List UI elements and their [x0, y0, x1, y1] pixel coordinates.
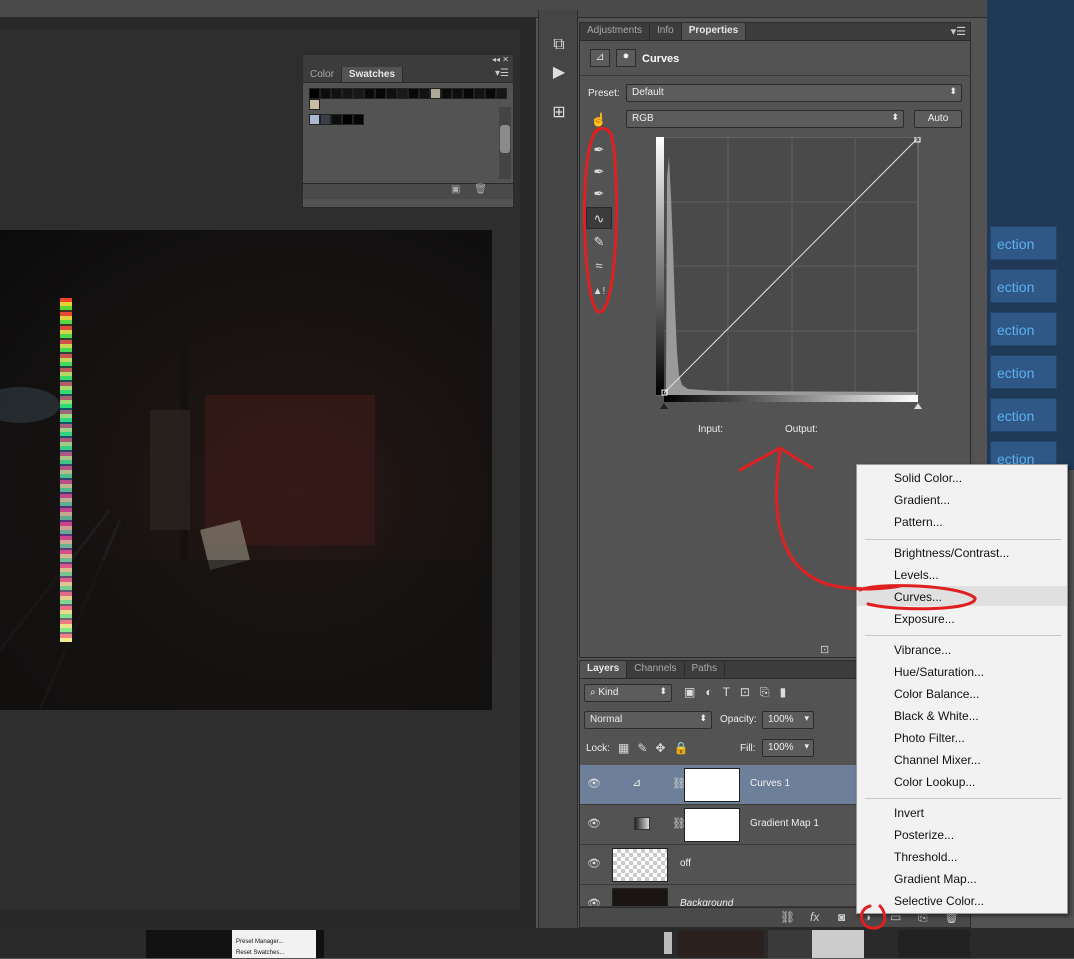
red-annotations — [582, 126, 977, 930]
